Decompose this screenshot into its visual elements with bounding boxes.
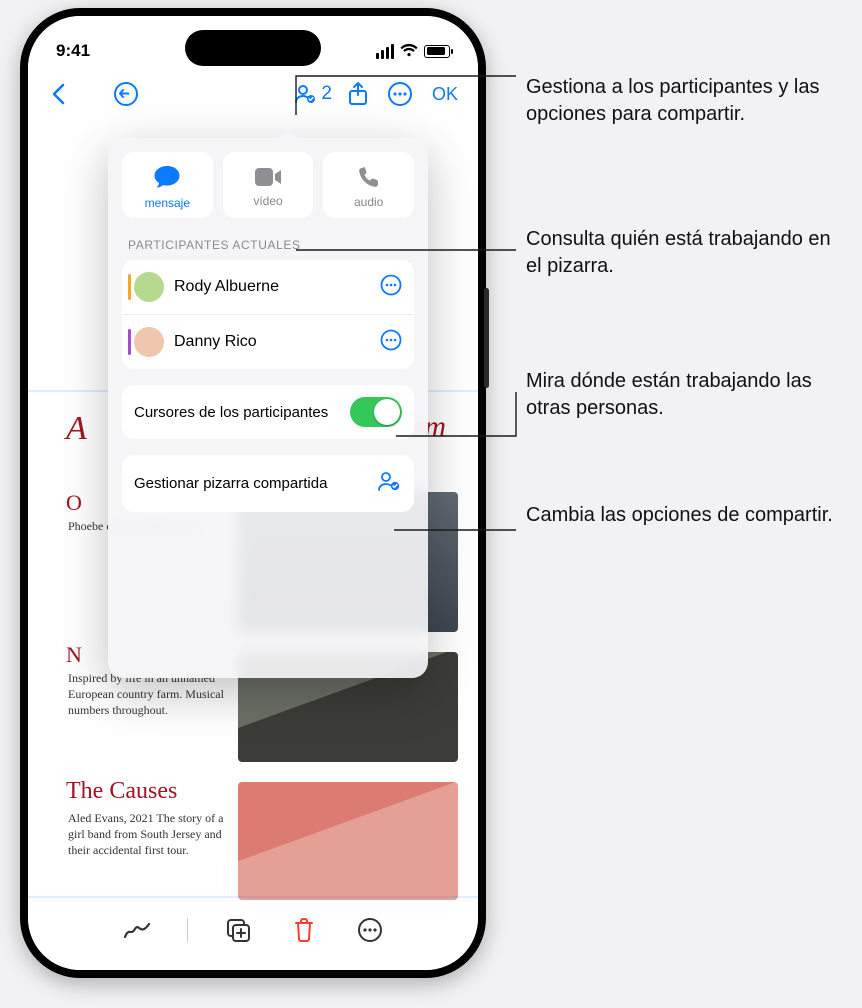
phone-frame: A eam O Phoebe cites an older movie. N I… xyxy=(20,8,486,978)
cursors-label: Cursores de los participantes xyxy=(134,404,340,421)
canvas-divider-bottom xyxy=(28,896,478,898)
canvas-heading-1: O xyxy=(66,490,82,516)
participant-more-icon[interactable] xyxy=(380,329,402,356)
screen: A eam O Phoebe cites an older movie. N I… xyxy=(28,16,478,970)
done-button[interactable]: OK xyxy=(426,84,464,105)
manage-shared-board-button[interactable]: Gestionar pizarra compartida xyxy=(122,455,414,512)
wifi-icon xyxy=(400,44,418,58)
canvas-heading-2: N xyxy=(66,642,82,668)
participant-more-icon[interactable] xyxy=(380,274,402,301)
delete-button[interactable] xyxy=(288,914,320,946)
top-toolbar: 2 OK xyxy=(28,72,478,116)
participant-name: Danny Rico xyxy=(174,333,370,351)
collaborate-button[interactable]: 2 xyxy=(293,78,332,110)
video-icon xyxy=(253,166,283,188)
audio-button[interactable]: audio xyxy=(323,152,414,218)
avatar xyxy=(134,327,164,357)
canvas-title-left: A xyxy=(66,410,87,448)
cellular-icon xyxy=(376,44,394,59)
message-label: mensaje xyxy=(145,196,190,210)
callout-participants: Consulta quién está trabajando en el piz… xyxy=(526,226,846,280)
status-time: 9:41 xyxy=(56,41,90,61)
message-button[interactable]: mensaje xyxy=(122,152,213,218)
collab-count: 2 xyxy=(321,83,332,105)
manage-card: Gestionar pizarra compartida xyxy=(122,455,414,512)
presence-indicator xyxy=(128,329,131,355)
canvas-image-3[interactable] xyxy=(238,782,458,900)
video-button[interactable]: vídeo xyxy=(223,152,314,218)
participant-row[interactable]: Danny Rico xyxy=(122,314,414,369)
video-label: vídeo xyxy=(253,194,282,208)
back-button[interactable] xyxy=(42,78,74,110)
canvas-heading-3: The Causes xyxy=(66,778,177,805)
cursors-toggle[interactable] xyxy=(350,397,402,427)
callout-cursors: Mira dónde están trabajando las otras pe… xyxy=(526,368,846,422)
collaboration-popover: mensaje vídeo audio PARTICIPANTES ACTUAL… xyxy=(108,138,428,678)
separator xyxy=(187,918,188,942)
more-tools-button[interactable] xyxy=(354,914,386,946)
participant-name: Rody Albuerne xyxy=(174,278,370,296)
collab-settings-icon xyxy=(376,469,402,498)
draw-tool-button[interactable] xyxy=(121,914,153,946)
participant-row[interactable]: Rody Albuerne xyxy=(122,260,414,314)
callout-manage: Gestiona a los participantes y las opcio… xyxy=(526,74,846,128)
avatar xyxy=(134,272,164,302)
undo-button[interactable] xyxy=(110,78,142,110)
phone-icon xyxy=(357,165,381,189)
cursors-card: Cursores de los participantes xyxy=(122,385,414,439)
audio-label: audio xyxy=(354,195,383,209)
callout-sharing: Cambia las opciones de compartir. xyxy=(526,502,833,529)
more-button[interactable] xyxy=(384,78,416,110)
side-button xyxy=(484,288,489,388)
message-icon xyxy=(152,164,182,190)
participants-header: PARTICIPANTES ACTUALES xyxy=(128,238,408,252)
battery-icon xyxy=(424,45,450,58)
presence-indicator xyxy=(128,274,131,300)
share-button[interactable] xyxy=(342,78,374,110)
insert-button[interactable] xyxy=(222,914,254,946)
bottom-toolbar xyxy=(28,900,478,960)
manage-label: Gestionar pizarra compartida xyxy=(134,475,366,492)
dynamic-island xyxy=(185,30,321,66)
participants-list: Rody Albuerne Danny Rico xyxy=(122,260,414,369)
canvas-body-3: Aled Evans, 2021 The story of a girl ban… xyxy=(68,810,233,859)
